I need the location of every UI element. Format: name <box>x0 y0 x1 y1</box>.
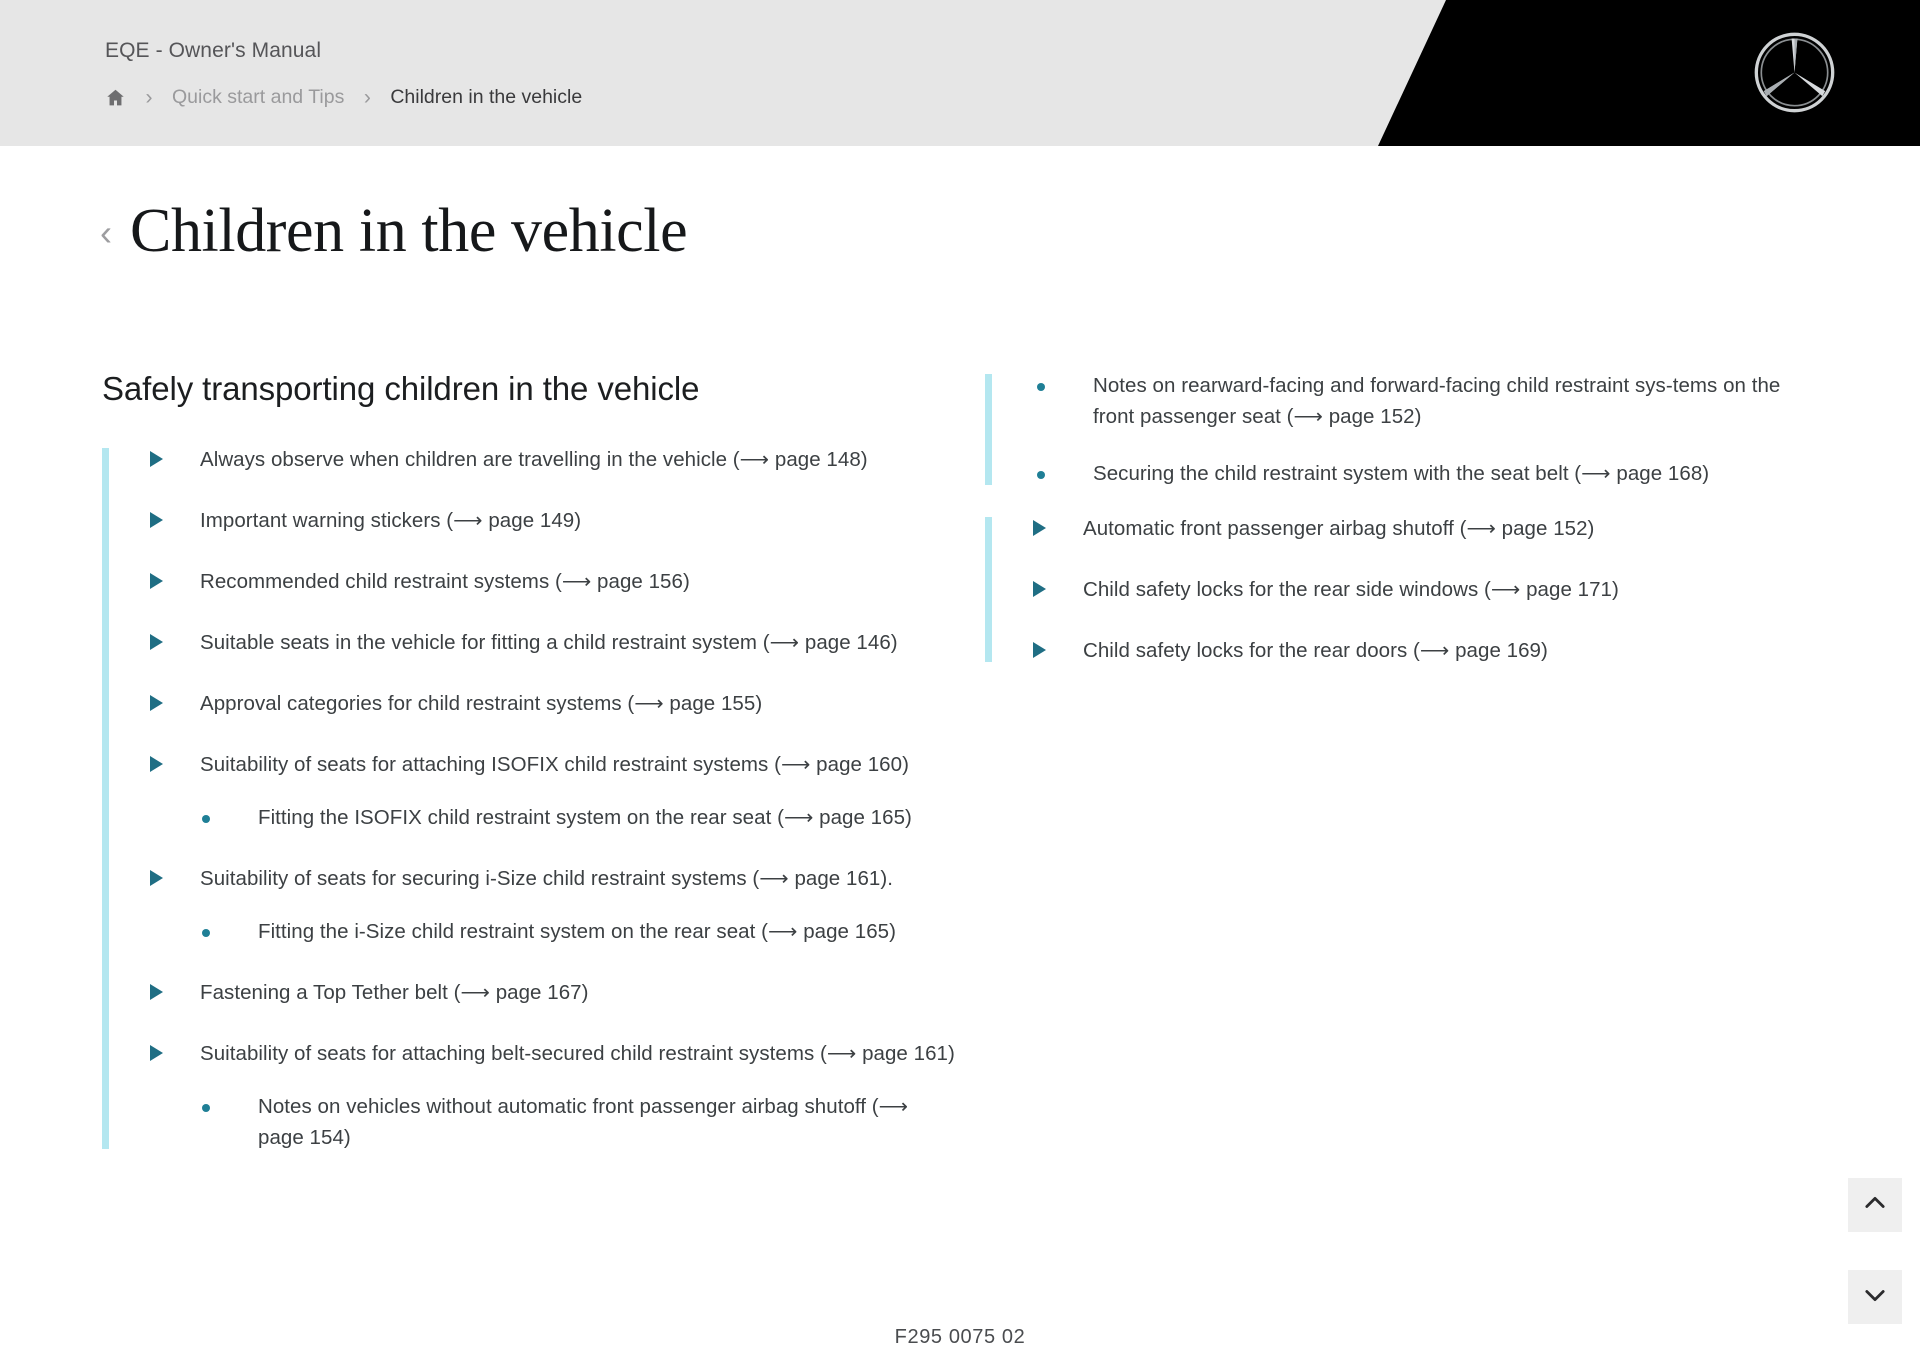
left-topic-list: Always observe when children are travell… <box>102 444 962 1153</box>
list-item[interactable]: Suitability of seats for attaching ISOFI… <box>150 749 962 833</box>
page-title-row: ‹ Children in the vehicle <box>100 197 688 265</box>
list-item[interactable]: Automatic front passenger airbag shutoff… <box>1033 513 1785 544</box>
mercedes-benz-star-logo <box>1753 31 1836 114</box>
home-icon[interactable] <box>104 86 126 108</box>
list-item-label: Recommended child restraint systems (⟶ p… <box>200 569 690 593</box>
list-item[interactable]: Fastening a Top Tether belt (⟶ page 167) <box>150 977 962 1008</box>
triangle-bullet-icon <box>1033 581 1046 597</box>
manual-page: EQE - Owner's Manual › Quick start and T… <box>0 0 1920 1358</box>
list-item[interactable]: Suitability of seats for securing i-Size… <box>150 863 962 947</box>
continued-sub-group: Notes on rearward-facing and forward-fac… <box>985 370 1785 489</box>
breadcrumb-separator-2: › <box>363 85 371 109</box>
sub-list-item-label: Securing the child restraint system with… <box>1093 462 1710 485</box>
triangle-bullet-icon <box>150 1044 163 1061</box>
chevron-up-icon <box>1861 1189 1889 1222</box>
list-item[interactable]: Approval categories for child restraint … <box>150 688 962 719</box>
list-item[interactable]: Suitable seats in the vehicle for fittin… <box>150 627 962 658</box>
page-header: EQE - Owner's Manual › Quick start and T… <box>0 0 1920 146</box>
triangle-bullet-icon <box>150 755 163 772</box>
right-topic-list: Notes on rearward-facing and forward-fac… <box>985 370 1785 666</box>
list-item-label: Fastening a Top Tether belt (⟶ page 167) <box>200 980 589 1004</box>
list-item-label: Child safety locks for the rear doors (⟶… <box>1083 639 1548 662</box>
list-item-label: Approval categories for child restraint … <box>200 691 763 715</box>
sub-list-item[interactable]: Notes on rearward-facing and forward-fac… <box>985 370 1785 432</box>
accent-bar <box>985 517 992 662</box>
dot-bullet-icon <box>202 814 210 823</box>
triangle-bullet-icon <box>1033 520 1046 536</box>
scroll-to-top-button[interactable] <box>1848 1178 1902 1232</box>
sub-list-item[interactable]: Notes on vehicles without automatic fron… <box>150 1091 962 1153</box>
sub-list-item-label: Notes on vehicles without automatic fron… <box>258 1094 909 1149</box>
breadcrumb: › Quick start and Tips › Children in the… <box>104 80 582 114</box>
sub-list-item-label: Fitting the i-Size child restraint syste… <box>258 919 896 943</box>
document-code: F295 0075 02 <box>894 1326 1026 1348</box>
breadcrumb-item-current[interactable]: Children in the vehicle <box>390 86 582 109</box>
section-heading: Safely transporting children in the vehi… <box>102 370 700 407</box>
sub-list-item-label: Fitting the ISOFIX child restraint syste… <box>258 805 912 829</box>
triangle-bullet-icon <box>150 869 163 886</box>
list-item-label: Suitability of seats for attaching belt-… <box>200 1041 955 1065</box>
chevron-left-icon[interactable]: ‹ <box>100 215 112 251</box>
page-title: Children in the vehicle <box>130 197 688 265</box>
dot-bullet-icon <box>1037 471 1045 479</box>
dot-bullet-icon <box>202 928 210 937</box>
list-item[interactable]: Child safety locks for the rear doors (⟶… <box>1033 635 1785 666</box>
list-item-label: Suitability of seats for attaching ISOFI… <box>200 752 909 776</box>
list-item-label: Important warning stickers (⟶ page 149) <box>200 508 582 532</box>
chevron-down-icon <box>1861 1281 1889 1314</box>
list-item-label: Child safety locks for the rear side win… <box>1083 578 1619 601</box>
collapse-button[interactable] <box>1848 1270 1902 1324</box>
left-column: Safely transporting children in the vehi… <box>102 370 962 1153</box>
breadcrumb-separator-1: › <box>145 85 153 109</box>
list-item-label: Automatic front passenger airbag shutoff… <box>1083 517 1595 540</box>
sub-list-item[interactable]: Fitting the ISOFIX child restraint syste… <box>150 802 962 833</box>
list-item[interactable]: Suitability of seats for attaching belt-… <box>150 1038 962 1153</box>
right-column: Notes on rearward-facing and forward-fac… <box>985 370 1785 666</box>
list-item-label: Suitable seats in the vehicle for fittin… <box>200 630 898 654</box>
sub-list-item[interactable]: Fitting the i-Size child restraint syste… <box>150 916 962 947</box>
triangle-bullet-icon <box>150 983 163 1000</box>
left-topic-group: Always observe when children are travell… <box>102 444 962 1153</box>
triangle-bullet-icon <box>150 633 163 650</box>
dot-bullet-icon <box>1037 383 1045 391</box>
list-item[interactable]: Important warning stickers (⟶ page 149) <box>150 505 962 536</box>
list-item[interactable]: Child safety locks for the rear side win… <box>1033 574 1785 605</box>
list-item[interactable]: Always observe when children are travell… <box>150 444 962 475</box>
right-topic-group: Automatic front passenger airbag shutoff… <box>985 513 1785 666</box>
list-item-label: Suitability of seats for securing i-Size… <box>200 866 893 890</box>
sub-list-item[interactable]: Securing the child restraint system with… <box>985 458 1785 489</box>
breadcrumb-item-quick-start[interactable]: Quick start and Tips <box>172 86 344 109</box>
triangle-bullet-icon <box>150 450 163 467</box>
triangle-bullet-icon <box>150 572 163 589</box>
list-item[interactable]: Recommended child restraint systems (⟶ p… <box>150 566 962 597</box>
manual-title: EQE - Owner's Manual <box>105 39 322 62</box>
sub-list-item-label: Notes on rearward-facing and forward-fac… <box>1093 374 1781 428</box>
list-item-label: Always observe when children are travell… <box>200 447 868 471</box>
triangle-bullet-icon <box>1033 642 1046 658</box>
dot-bullet-icon <box>202 1103 210 1112</box>
triangle-bullet-icon <box>150 694 163 711</box>
accent-bar <box>102 447 109 1149</box>
triangle-bullet-icon <box>150 511 163 528</box>
